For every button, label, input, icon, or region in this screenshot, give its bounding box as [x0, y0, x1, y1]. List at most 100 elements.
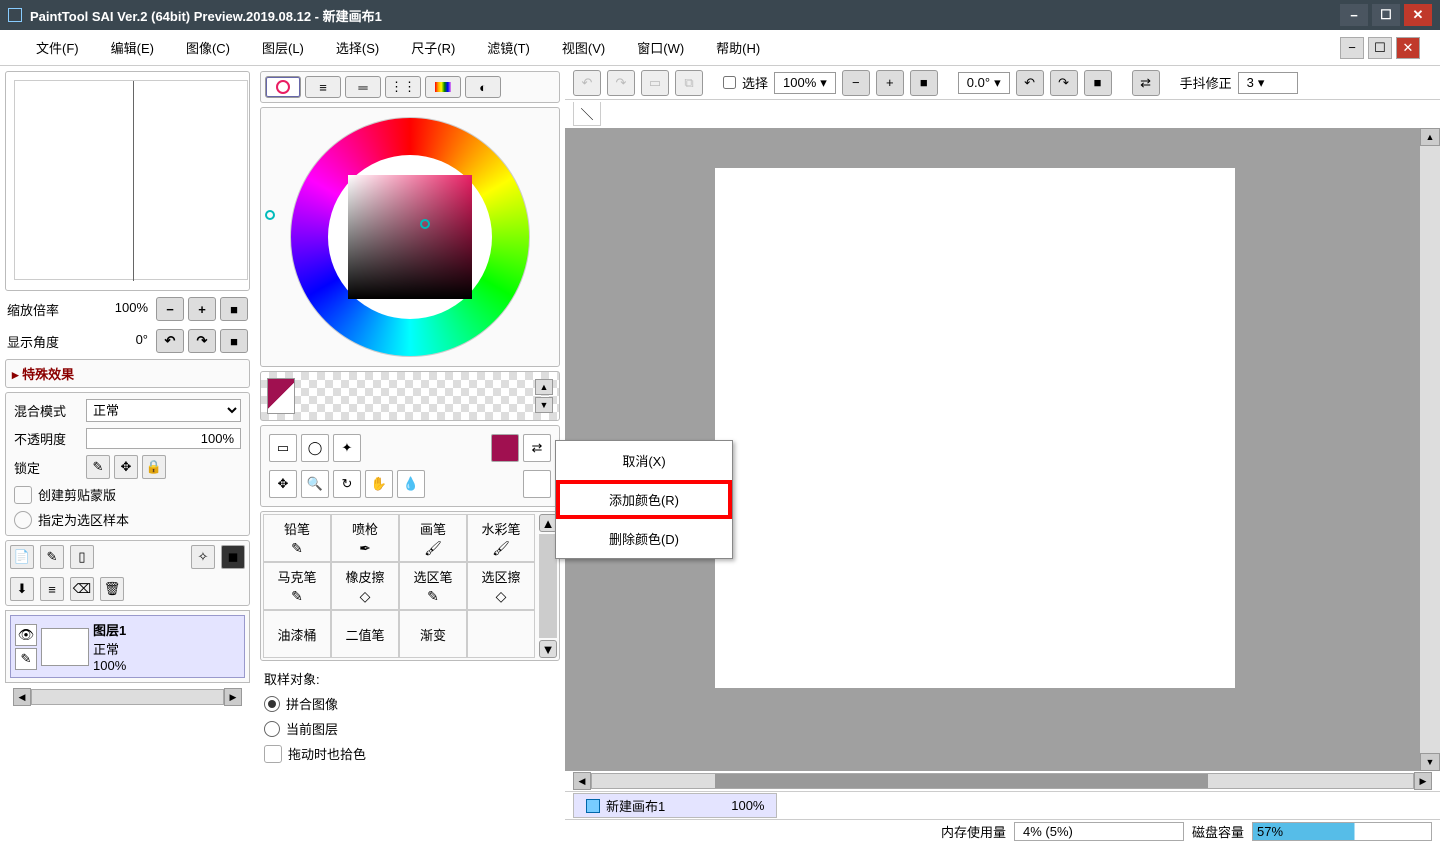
menu-window[interactable]: 窗口(W)	[621, 34, 700, 61]
swatch-down[interactable]: ▼	[535, 397, 553, 413]
canvas-angle-reset[interactable]: ■	[1084, 70, 1112, 96]
menu-help[interactable]: 帮助(H)	[700, 34, 776, 61]
lock-move-icon[interactable]: ✥	[114, 455, 138, 479]
stabilizer-field[interactable]: 3 ▾	[1238, 72, 1298, 94]
canvas-angle-field[interactable]: 0.0° ▾	[958, 72, 1010, 94]
canvas-vscroll[interactable]: ▲ ▼	[1420, 128, 1440, 771]
layer-hscroll[interactable]: ◀ ▶	[13, 687, 242, 707]
move-tool[interactable]: ✥	[269, 470, 297, 498]
hscroll-left[interactable]: ◀	[573, 772, 591, 790]
menu-select[interactable]: 选择(S)	[320, 34, 395, 61]
sampling-current-row[interactable]: 当前图层	[264, 719, 556, 738]
brush-airbrush[interactable]: 喷枪✒	[331, 514, 399, 562]
sampling-current-radio[interactable]	[264, 721, 280, 737]
ctx-cancel[interactable]: 取消(X)	[556, 441, 732, 480]
canvas-hscroll[interactable]: ◀ ▶	[573, 771, 1432, 791]
doc-maximize-button[interactable]: ☐	[1368, 37, 1392, 59]
brush-eraser[interactable]: 橡皮擦◇	[331, 562, 399, 610]
rotate-tool[interactable]: ↻	[333, 470, 361, 498]
transfer-button[interactable]: ✧	[191, 545, 215, 569]
menu-view[interactable]: 视图(V)	[546, 34, 621, 61]
close-button[interactable]: ✕	[1404, 4, 1432, 26]
brush-marker[interactable]: 马克笔✎	[263, 562, 331, 610]
angle-reset-button[interactable]: ■	[220, 329, 248, 353]
special-effects-header[interactable]: 特殊效果	[5, 359, 250, 388]
sampling-drag-row[interactable]: 拖动时也拾色	[264, 744, 556, 763]
menu-edit[interactable]: 编辑(E)	[95, 34, 170, 61]
zoom-in-button[interactable]: +	[188, 297, 216, 321]
rect-select-tool[interactable]: ▭	[269, 434, 297, 462]
brush-watercolor[interactable]: 水彩笔🖌	[467, 514, 535, 562]
brush-bucket[interactable]: 油漆桶	[263, 610, 331, 658]
rgb-slider-mode[interactable]: ≡	[305, 76, 341, 98]
freehand-line-tool[interactable]: ＼	[573, 102, 601, 126]
undo-button[interactable]: ↶	[573, 70, 601, 96]
vscroll-down[interactable]: ▼	[1420, 753, 1440, 771]
merge-down-button[interactable]: ⬇	[10, 577, 34, 601]
hand-tool[interactable]: ✋	[365, 470, 393, 498]
rotate-cw-button[interactable]: ↷	[188, 329, 216, 353]
brush-sel-eraser[interactable]: 选区擦◇	[467, 562, 535, 610]
hue-picker-dot[interactable]	[265, 210, 275, 220]
clear-layer-button[interactable]: ⌫	[70, 577, 94, 601]
opacity-value[interactable]: 100%	[86, 428, 241, 449]
selection-sample-checkbox[interactable]	[14, 511, 32, 529]
zoom-out-button[interactable]: −	[156, 297, 184, 321]
delete-layer-button[interactable]: 🗑	[100, 577, 124, 601]
navigator-canvas[interactable]	[14, 80, 248, 280]
mixer-mode[interactable]: ⋮⋮	[385, 76, 421, 98]
wand-tool[interactable]: ✦	[333, 434, 361, 462]
new-linework-button[interactable]: ✎	[40, 545, 64, 569]
scratchpad-mode[interactable]: ◐	[465, 76, 501, 98]
layer-item[interactable]: 👁 ✎ 图层1 正常 100%	[10, 615, 245, 678]
menu-filter[interactable]: 滤镜(T)	[471, 34, 546, 61]
layer-scroll-right[interactable]: ▶	[224, 688, 242, 706]
clipping-mask-row[interactable]: 创建剪贴蒙版	[10, 483, 245, 506]
lock-paint-icon[interactable]: ✎	[86, 455, 110, 479]
bg-color-chip[interactable]	[523, 470, 551, 498]
color-sv-square[interactable]	[348, 175, 472, 299]
hscroll-thumb[interactable]	[715, 774, 1208, 788]
vscroll-up[interactable]: ▲	[1420, 128, 1440, 146]
mask-button[interactable]: ◼	[221, 545, 245, 569]
swap-color-icon[interactable]: ⇄	[523, 434, 551, 462]
canvas-rotate-ccw[interactable]: ↶	[1016, 70, 1044, 96]
sampling-merged-radio[interactable]	[264, 696, 280, 712]
ctx-delete-color[interactable]: 删除颜色(D)	[556, 519, 732, 558]
selection-sample-row[interactable]: 指定为选区样本	[10, 508, 245, 531]
clipping-mask-checkbox[interactable]	[14, 486, 32, 504]
merge-visible-button[interactable]: ≡	[40, 577, 64, 601]
redo-button[interactable]: ↷	[607, 70, 635, 96]
layer-edit-icon[interactable]: ✎	[15, 648, 37, 670]
blend-mode-select[interactable]: 正常	[86, 399, 241, 422]
rotate-ccw-button[interactable]: ↶	[156, 329, 184, 353]
brush-gradient[interactable]: 渐变	[399, 610, 467, 658]
hscroll-right[interactable]: ▶	[1414, 772, 1432, 790]
brush-scroll-down[interactable]: ▼	[539, 640, 557, 658]
current-swatch[interactable]	[267, 378, 295, 414]
navigator[interactable]	[5, 71, 250, 291]
menu-image[interactable]: 图像(C)	[170, 34, 246, 61]
select-checkbox[interactable]	[723, 76, 736, 89]
brush-binary[interactable]: 二值笔	[331, 610, 399, 658]
canvas[interactable]	[715, 168, 1235, 688]
doc-close-button[interactable]: ✕	[1396, 37, 1420, 59]
canvas-rotate-cw[interactable]: ↷	[1050, 70, 1078, 96]
canvas-zoom-reset[interactable]: ■	[910, 70, 938, 96]
canvas-zoom-out[interactable]: −	[842, 70, 870, 96]
layer-thumbnail[interactable]	[41, 628, 89, 666]
brush-empty[interactable]	[467, 610, 535, 658]
eyedropper-tool[interactable]: 💧	[397, 470, 425, 498]
document-tab[interactable]: 新建画布1 100%	[573, 793, 777, 818]
new-layer-button[interactable]: 📄	[10, 545, 34, 569]
brush-pencil[interactable]: 铅笔✎	[263, 514, 331, 562]
minimize-button[interactable]: −	[1340, 4, 1368, 26]
layer-scroll-left[interactable]: ◀	[13, 688, 31, 706]
hsv-slider-mode[interactable]: ═	[345, 76, 381, 98]
brush-brush[interactable]: 画笔🖌	[399, 514, 467, 562]
flip-horizontal-button[interactable]: ⇄	[1132, 70, 1160, 96]
sampling-drag-checkbox[interactable]	[264, 745, 282, 763]
sampling-merged-row[interactable]: 拼合图像	[264, 694, 556, 713]
layer-visibility-icon[interactable]: 👁	[15, 624, 37, 646]
sv-picker-dot[interactable]	[420, 219, 430, 229]
